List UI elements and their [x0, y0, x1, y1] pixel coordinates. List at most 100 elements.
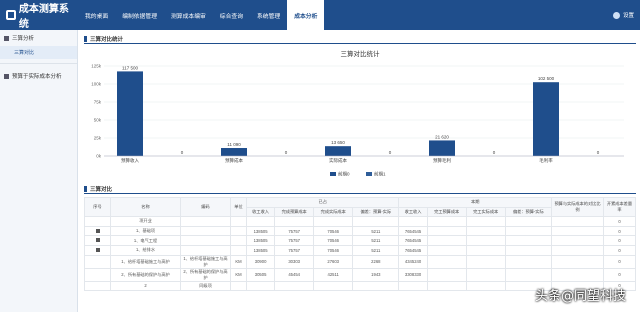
grid-icon [4, 73, 9, 79]
cell-name: 1、电气工程 [110, 235, 181, 246]
cell-code [180, 225, 231, 237]
cell-unit: KM [230, 254, 247, 269]
chart-canvas: 0k 25k 50k 75k 100k 125k 117 500 预算收入 0 11 090 预算成… [91, 64, 624, 178]
cell-value [245, 216, 276, 227]
cell-value: 3308330 [398, 267, 428, 282]
bar-series0 [117, 71, 143, 156]
cell-value [245, 280, 276, 292]
cell-value [465, 235, 506, 246]
nav-item-query[interactable]: 综合查询 [213, 0, 250, 30]
cell-value [313, 280, 354, 292]
cell-name: 项开业 [110, 216, 181, 227]
y-tick-label: 125k [91, 64, 102, 69]
main-nav: 我的桌面 编制依据管理 测算成本编审 综合查询 系统管理 成本分析 [78, 0, 325, 30]
cell-ratio2: 0 [603, 235, 636, 246]
sidebar-item-three-compare[interactable]: 三算对比 [0, 46, 77, 59]
cell-value [465, 225, 506, 237]
cell-value [398, 280, 428, 292]
cell-value: 70546 [313, 235, 354, 246]
cell-name: 2 [110, 280, 181, 292]
cell-value: 138505 [245, 225, 276, 237]
sidebar-group-budget-actual[interactable]: 预算于实际成本分析 [0, 68, 77, 84]
cell-value: 70546 [313, 244, 354, 256]
sidebar-group-label: 三算分析 [12, 36, 35, 42]
cell-value [465, 267, 506, 282]
nav-item-cost-analysis[interactable]: 成本分析 [287, 0, 325, 30]
cell-value: 138505 [245, 244, 276, 256]
cell-value [465, 254, 506, 269]
cell-value: 30900 [245, 254, 276, 269]
table-row[interactable]: 2、所有基础的保护与高护 2、所有基础的保护与高护 KM 30505 45454 4251… [84, 267, 636, 282]
cell-name: 1、基础项 [110, 225, 181, 237]
x-tick-label: 毛利率 [539, 157, 553, 164]
table-body: 项开业 0 1、基础项 138505 75757 70546 5211 7654545 0 1、电… [84, 216, 636, 292]
logo-icon [6, 10, 16, 20]
row-expand-cell [84, 225, 111, 237]
cell-value [426, 267, 467, 282]
data-label: 13 650 [331, 140, 345, 145]
cell-unit [230, 244, 247, 256]
row-expand-cell [84, 254, 111, 269]
column-subheader: 完成预算成本 [274, 206, 315, 218]
user-menu[interactable]: 设置 [612, 0, 640, 30]
y-tick-label: 50k [94, 118, 102, 123]
section-marker-icon [84, 185, 87, 192]
expand-toggle-icon[interactable] [95, 238, 100, 243]
legend-label: 前期0 [338, 171, 350, 178]
cell-value: 30505 [245, 267, 276, 282]
column-header-group-b: 本期 [398, 197, 552, 208]
y-tick-label: 100k [91, 82, 102, 87]
column-header-ratio2: 开累成本差量率 [603, 196, 636, 218]
nav-item-basis[interactable]: 编制依据管理 [115, 0, 164, 30]
nav-item-estimate[interactable]: 测算成本编审 [164, 0, 213, 30]
column-header-code: 编码 [180, 196, 231, 218]
expand-toggle-icon[interactable] [95, 228, 100, 233]
row-expand-cell [84, 216, 111, 227]
cell-value [504, 254, 553, 269]
row-expand-cell [84, 244, 111, 256]
cell-value [504, 216, 553, 227]
sidebar: 三算分析 三算对比 预算于实际成本分析 [0, 30, 78, 312]
cell-value [426, 244, 467, 256]
cell-value [465, 244, 506, 256]
watermark: 头条@同望科技 [534, 289, 626, 304]
y-tick-label: 0k [96, 154, 102, 159]
cell-value: 1943 [352, 267, 400, 282]
cell-unit [230, 225, 247, 237]
nav-item-system[interactable]: 系统管理 [250, 0, 287, 30]
compare-table: 序号 名称 编码 单位 已占 本期 预算与实际成本的对比比例 开累成本差量率 收… [84, 196, 636, 292]
x-tick-label: 预算毛利 [433, 157, 451, 164]
table-row[interactable]: 项开业 0 [84, 216, 636, 227]
cell-code [180, 216, 231, 227]
cell-unit [230, 216, 247, 227]
row-expand-cell [84, 280, 111, 292]
table-row[interactable]: 1、电气工程 138505 75757 70546 5211 7654545 0 [84, 235, 636, 246]
cell-value [426, 235, 467, 246]
data-label: 0 [181, 150, 184, 155]
data-label: 102 500 [538, 76, 555, 81]
cell-code [180, 244, 231, 256]
table-row[interactable]: 1、给排水 138505 75757 70546 5211 7654545 0 [84, 244, 636, 256]
cell-name: 2、所有基础的保护与高护 [110, 267, 181, 282]
cell-value: 2268 [352, 254, 400, 269]
expand-toggle-icon[interactable] [95, 247, 100, 252]
nav-item-desktop[interactable]: 我的桌面 [78, 0, 115, 30]
row-expand-cell [84, 267, 111, 282]
app-logo[interactable]: 成本测算系统 [0, 0, 78, 30]
column-header-group-a: 已占 [245, 197, 400, 208]
cell-unit [230, 280, 247, 292]
cell-code [180, 235, 231, 246]
cell-ratio1 [551, 216, 604, 227]
table-row[interactable]: 1、基础项 138505 75757 70546 5211 7654545 0 [84, 225, 636, 237]
chart-title: 三算对比统计 [340, 51, 380, 58]
bar-chart: 三算对比统计 0k 25k 50k 75k 100k 125k 117 500 预算收入 0 11… [84, 44, 636, 184]
cell-value [426, 254, 467, 269]
cell-value: 75757 [274, 235, 315, 246]
cell-ratio2: 0 [603, 216, 636, 227]
cell-value: 7654545 [398, 225, 428, 237]
sidebar-group-three-compare[interactable]: 三算分析 [0, 30, 77, 46]
cell-ratio2: 0 [603, 225, 636, 237]
cell-value [398, 216, 428, 227]
column-header-seq: 序号 [84, 196, 111, 218]
table-row[interactable]: 1、给杆塔基础施工与高护 1、给杆塔基础施工与高护 KM 30900 30303 2760… [84, 254, 636, 269]
